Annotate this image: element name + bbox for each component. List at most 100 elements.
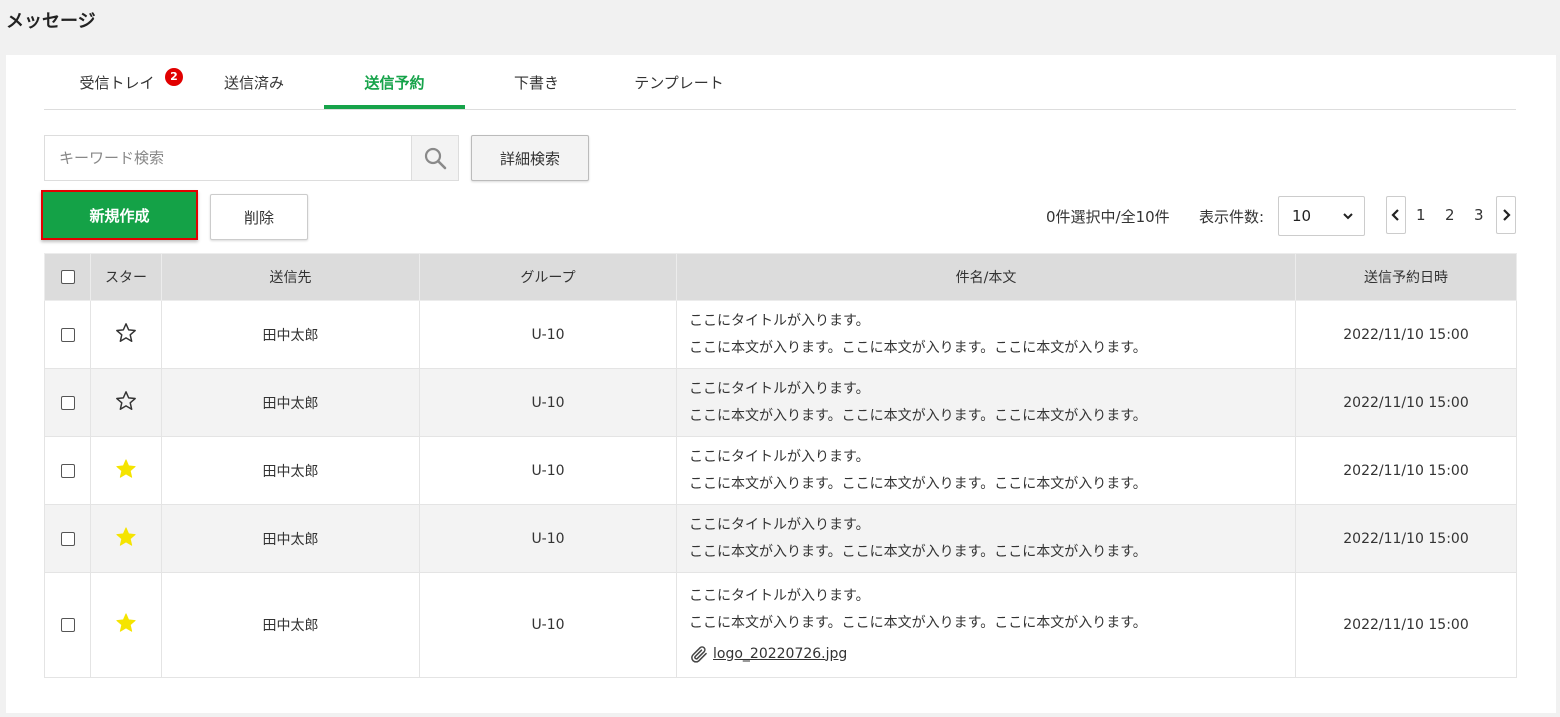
group-cell: U-10 [419, 368, 677, 437]
tab-inbox[interactable]: 受信トレイ [72, 72, 162, 109]
select-cell [44, 300, 91, 369]
scheduled-messages-table: スター 送信先 グループ 件名/本文 送信予約日時 田中太郎 U-10 ここにタ… [44, 253, 1517, 678]
tab-label: 送信済み [223, 74, 284, 92]
table-row[interactable]: 田中太郎 U-10 ここにタイトルが入ります。 ここに本文が入ります。ここに本文… [44, 300, 1517, 369]
page-link-3[interactable]: 3 [1474, 206, 1484, 224]
star-cell [90, 572, 162, 678]
recipient-cell: 田中太郎 [161, 436, 420, 505]
recipient-cell: 田中太郎 [161, 368, 420, 437]
header-subject[interactable]: 件名/本文 [676, 253, 1296, 301]
select-cell [44, 504, 91, 573]
prev-page-button[interactable] [1386, 196, 1406, 234]
star-cell [90, 436, 162, 505]
search-input[interactable] [45, 136, 412, 180]
per-page-value: 10 [1292, 207, 1312, 225]
new-message-label: 新規作成 [89, 206, 150, 225]
table-row[interactable]: 田中太郎 U-10 ここにタイトルが入ります。 ここに本文が入ります。ここに本文… [44, 504, 1517, 573]
main-panel: 受信トレイ 2 送信済み 送信予約 下書き テンプレート 詳細検索 新規作成 [6, 55, 1556, 713]
datetime-cell: 2022/11/10 15:00 [1295, 436, 1517, 505]
delete-label: 削除 [243, 208, 274, 227]
header-recipient[interactable]: 送信先 [161, 253, 420, 301]
datetime-cell: 2022/11/10 15:00 [1295, 368, 1517, 437]
tab-scheduled[interactable]: 送信予約 [324, 72, 465, 109]
delete-button[interactable]: 削除 [210, 194, 308, 240]
subject-cell: ここにタイトルが入ります。 ここに本文が入ります。ここに本文が入ります。ここに本… [676, 572, 1296, 678]
advanced-search-button[interactable]: 詳細検索 [471, 135, 589, 181]
tab-templates[interactable]: テンプレート [624, 72, 734, 109]
select-all-cell [44, 253, 91, 301]
paperclip-icon [691, 646, 707, 663]
page-title: メッセージ [6, 11, 96, 32]
message-body: ここに本文が入ります。ここに本文が入ります。ここに本文が入ります。 [689, 407, 1147, 424]
page-link-2[interactable]: 2 [1445, 206, 1455, 224]
tab-label: 下書き [513, 74, 559, 92]
search-icon [424, 147, 447, 170]
per-page-select[interactable]: 10 [1278, 196, 1365, 236]
row-checkbox[interactable] [60, 618, 75, 632]
star-outline-icon[interactable] [115, 390, 137, 412]
select-all-checkbox[interactable] [60, 270, 75, 284]
attachment-link[interactable]: logo_20220726.jpg [713, 641, 847, 668]
star-outline-icon[interactable] [115, 322, 137, 344]
recipient-cell: 田中太郎 [161, 300, 420, 369]
message-title: ここにタイトルが入ります。 [689, 587, 870, 604]
unread-badge: 2 [165, 68, 183, 86]
tab-label: 受信トレイ [79, 74, 155, 92]
attachment: logo_20220726.jpg [689, 641, 1295, 668]
recipient-cell: 田中太郎 [161, 504, 420, 573]
row-checkbox[interactable] [60, 395, 75, 410]
header-group[interactable]: グループ [419, 253, 677, 301]
message-body: ここに本文が入ります。ここに本文が入ります。ここに本文が入ります。 [689, 614, 1147, 631]
tab-label: テンプレート [634, 74, 724, 92]
table-row[interactable]: 田中太郎 U-10 ここにタイトルが入ります。 ここに本文が入ります。ここに本文… [44, 368, 1517, 437]
row-checkbox[interactable] [60, 531, 75, 546]
chevron-right-icon [1503, 209, 1511, 221]
message-title: ここにタイトルが入ります。 [689, 448, 870, 465]
tab-sent[interactable]: 送信済み [214, 72, 294, 109]
tab-bar: 受信トレイ 2 送信済み 送信予約 下書き テンプレート [44, 55, 1516, 110]
star-cell [90, 368, 162, 437]
table-header-row: スター 送信先 グループ 件名/本文 送信予約日時 [44, 253, 1517, 301]
datetime-cell: 2022/11/10 15:00 [1295, 300, 1517, 369]
subject-cell: ここにタイトルが入ります。 ここに本文が入ります。ここに本文が入ります。ここに本… [676, 504, 1296, 573]
subject-cell: ここにタイトルが入ります。 ここに本文が入ります。ここに本文が入ります。ここに本… [676, 436, 1296, 505]
recipient-cell: 田中太郎 [161, 572, 420, 678]
select-cell [44, 572, 91, 678]
subject-cell: ここにタイトルが入ります。 ここに本文が入ります。ここに本文が入ります。ここに本… [676, 368, 1296, 437]
new-message-button[interactable]: 新規作成 [41, 190, 198, 240]
star-filled-icon[interactable] [115, 458, 137, 480]
row-checkbox[interactable] [60, 327, 75, 342]
tab-label: 送信予約 [364, 74, 425, 92]
selection-status: 0件選択中/全10件 [1046, 208, 1170, 226]
active-tab-indicator [324, 105, 465, 109]
table-row[interactable]: 田中太郎 U-10 ここにタイトルが入ります。 ここに本文が入ります。ここに本文… [44, 436, 1517, 505]
group-cell: U-10 [419, 436, 677, 505]
datetime-cell: 2022/11/10 15:00 [1295, 504, 1517, 573]
group-cell: U-10 [419, 504, 677, 573]
header-scheduled-datetime[interactable]: 送信予約日時 [1295, 253, 1517, 301]
message-title: ここにタイトルが入ります。 [689, 516, 870, 533]
message-body: ここに本文が入ります。ここに本文が入ります。ここに本文が入ります。 [689, 475, 1147, 492]
datetime-cell: 2022/11/10 15:00 [1295, 572, 1517, 678]
tab-drafts[interactable]: 下書き [494, 72, 579, 109]
message-body: ここに本文が入ります。ここに本文が入ります。ここに本文が入ります。 [689, 339, 1147, 356]
header-star[interactable]: スター [90, 253, 162, 301]
chevron-down-icon [1343, 213, 1353, 220]
star-filled-icon[interactable] [115, 526, 137, 548]
message-title: ここにタイトルが入ります。 [689, 312, 870, 329]
chevron-left-icon [1391, 209, 1399, 221]
select-cell [44, 368, 91, 437]
search-button[interactable] [411, 136, 458, 180]
row-checkbox[interactable] [60, 463, 75, 478]
star-filled-icon[interactable] [115, 612, 137, 634]
page-link-1[interactable]: 1 [1416, 206, 1426, 224]
message-body: ここに本文が入ります。ここに本文が入ります。ここに本文が入ります。 [689, 543, 1147, 560]
star-cell [90, 504, 162, 573]
select-cell [44, 436, 91, 505]
advanced-search-label: 詳細検索 [499, 149, 560, 168]
next-page-button[interactable] [1496, 196, 1516, 234]
star-cell [90, 300, 162, 369]
subject-cell: ここにタイトルが入ります。 ここに本文が入ります。ここに本文が入ります。ここに本… [676, 300, 1296, 369]
message-title: ここにタイトルが入ります。 [689, 380, 870, 397]
table-row[interactable]: 田中太郎 U-10 ここにタイトルが入ります。 ここに本文が入ります。ここに本文… [44, 572, 1517, 678]
